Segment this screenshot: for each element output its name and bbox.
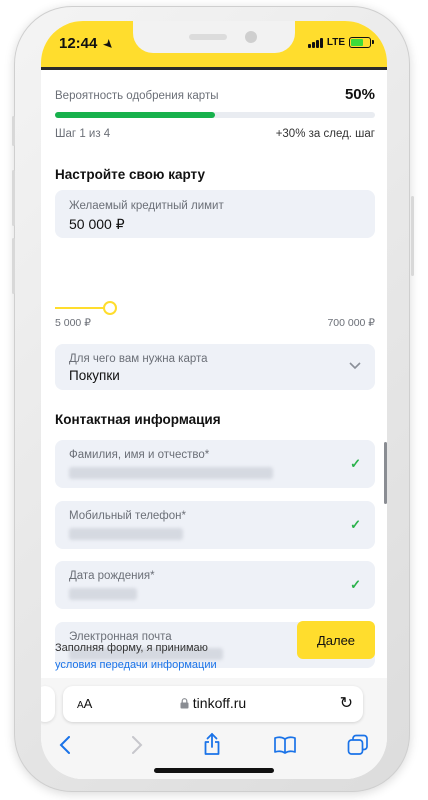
birth-date-label: Дата рождения* bbox=[69, 570, 155, 582]
full-name-label: Фамилия, имя и отчество* bbox=[69, 449, 210, 461]
full-name-value-redacted bbox=[69, 467, 273, 479]
contacts-title: Контактная информация bbox=[55, 412, 221, 427]
page-content: Вероятность одобрения карты 50% Шаг 1 из… bbox=[41, 70, 387, 678]
share-icon[interactable] bbox=[203, 732, 221, 756]
approval-percent: 50% bbox=[344, 86, 375, 103]
lock-icon bbox=[180, 698, 189, 709]
mute-switch bbox=[12, 116, 15, 146]
camera bbox=[245, 31, 257, 43]
credit-limit-value: 50 000 ₽ bbox=[69, 216, 125, 232]
network-label: LTE bbox=[326, 37, 345, 48]
step-text: Шаг 1 из 4 bbox=[55, 128, 111, 140]
tabs-icon[interactable] bbox=[347, 734, 369, 756]
status-time: 12:44 ➤ bbox=[59, 35, 116, 53]
forward-icon[interactable] bbox=[131, 736, 143, 754]
signal-icon bbox=[307, 37, 323, 48]
birth-date-field[interactable]: Дата рождения* ✓ bbox=[55, 561, 375, 609]
phone-value-redacted bbox=[69, 528, 183, 540]
credit-limit-field[interactable]: Желаемый кредитный лимит 50 000 ₽ bbox=[55, 190, 375, 238]
check-icon: ✓ bbox=[350, 577, 361, 592]
card-purpose-select[interactable]: Для чего вам нужна карта Покупки bbox=[55, 344, 375, 390]
scrollbar[interactable] bbox=[384, 442, 387, 504]
credit-limit-label: Желаемый кредитный лимит bbox=[69, 200, 224, 212]
reload-icon[interactable]: ↻ bbox=[340, 693, 353, 713]
check-icon: ✓ bbox=[350, 517, 361, 532]
approval-label: Вероятность одобрения карты bbox=[55, 90, 219, 102]
safari-browser-bar: AA tinkoff.ru ↻ bbox=[41, 678, 387, 779]
consent-text: Заполняя форму, я принимаю bbox=[55, 642, 208, 654]
home-indicator[interactable] bbox=[154, 768, 274, 773]
phone-label: Мобильный телефон* bbox=[69, 510, 186, 522]
status-bar: 12:44 ➤ LTE bbox=[41, 21, 387, 67]
consent-link[interactable]: условия передачи информации bbox=[55, 659, 217, 671]
approval-progress-fill bbox=[55, 112, 215, 118]
url-display[interactable]: tinkoff.ru bbox=[63, 695, 363, 711]
check-icon: ✓ bbox=[350, 456, 361, 471]
volume-up-button bbox=[12, 170, 15, 226]
status-indicators: LTE bbox=[307, 37, 374, 48]
setup-title: Настройте свою карту bbox=[55, 167, 205, 182]
full-name-field[interactable]: Фамилия, имя и отчество* ✓ bbox=[55, 440, 375, 488]
previous-tab-peek[interactable] bbox=[41, 686, 55, 722]
speaker bbox=[189, 34, 227, 40]
bookmarks-icon[interactable] bbox=[273, 736, 297, 754]
battery-icon bbox=[349, 37, 374, 48]
card-purpose-value: Покупки bbox=[69, 368, 120, 383]
browser-toolbar bbox=[41, 730, 387, 760]
chevron-down-icon bbox=[349, 362, 361, 370]
phone-field[interactable]: Мобильный телефон* ✓ bbox=[55, 501, 375, 549]
birth-date-value-redacted bbox=[69, 588, 137, 600]
phone-screen: 12:44 ➤ LTE Вероятность одобрения карты … bbox=[41, 21, 387, 779]
card-purpose-label: Для чего вам нужна карта bbox=[69, 353, 208, 365]
url-text: tinkoff.ru bbox=[192, 695, 247, 711]
credit-limit-min: 5 000 ₽ bbox=[55, 317, 91, 329]
notch bbox=[133, 21, 295, 53]
volume-down-button bbox=[12, 238, 15, 294]
approval-progress-bar bbox=[55, 112, 375, 118]
back-icon[interactable] bbox=[59, 736, 71, 754]
credit-limit-max: 700 000 ₽ bbox=[327, 317, 375, 329]
power-button bbox=[411, 196, 414, 276]
next-button[interactable]: Далее bbox=[297, 621, 375, 659]
time-text: 12:44 bbox=[59, 35, 98, 52]
address-bar[interactable]: AA tinkoff.ru ↻ bbox=[63, 686, 363, 722]
credit-limit-slider-handle[interactable] bbox=[103, 301, 117, 315]
location-arrow-icon: ➤ bbox=[100, 37, 116, 53]
next-step-bonus: +30% за след. шаг bbox=[275, 128, 375, 140]
credit-limit-slider-track[interactable] bbox=[55, 307, 109, 309]
